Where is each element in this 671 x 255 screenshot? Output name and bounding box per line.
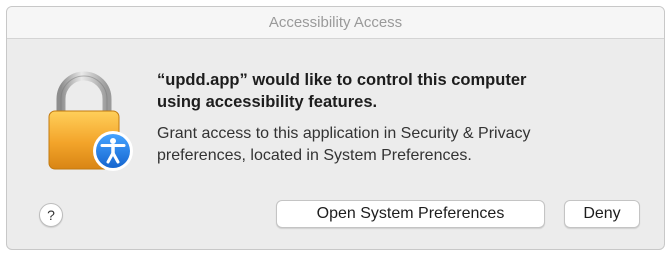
help-button[interactable]: ? bbox=[39, 203, 63, 227]
accessibility-access-dialog: Accessibility Access “updd.app” would li… bbox=[6, 6, 665, 250]
lock-icon bbox=[45, 69, 141, 177]
body-line-1: Grant access to this application in Secu… bbox=[157, 125, 531, 142]
dialog-titlebar: Accessibility Access bbox=[7, 7, 664, 39]
dialog-message: “updd.app” would like to control this co… bbox=[157, 69, 637, 167]
dialog-headline: “updd.app” would like to control this co… bbox=[157, 69, 637, 113]
accessibility-icon bbox=[93, 131, 133, 171]
dialog-title: Accessibility Access bbox=[268, 14, 403, 31]
dialog-body-text: Grant access to this application in Secu… bbox=[157, 123, 637, 167]
headline-line-2: using accessibility features. bbox=[157, 93, 378, 111]
deny-button[interactable]: Deny bbox=[564, 200, 640, 228]
open-system-preferences-button[interactable]: Open System Preferences bbox=[276, 200, 545, 228]
body-line-2: preferences, located in System Preferenc… bbox=[157, 147, 472, 164]
headline-line-1: “updd.app” would like to control this co… bbox=[157, 71, 527, 89]
